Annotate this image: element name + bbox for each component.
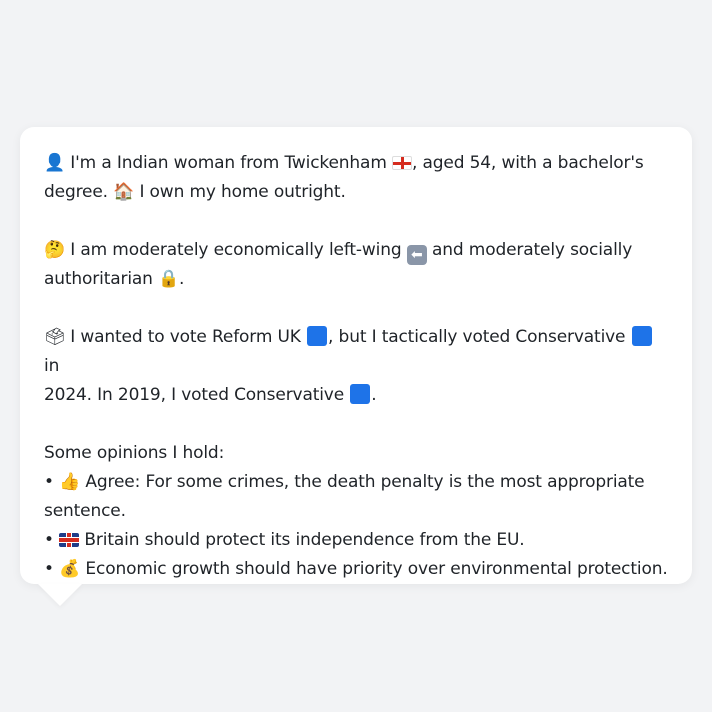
ideology-text-d: . — [179, 269, 185, 289]
opinion-item: • 👍 Agree: For some crimes, the death pe… — [44, 468, 668, 497]
opinion-text-continued: sentence. — [44, 501, 126, 521]
bullet: • — [44, 530, 54, 550]
intro-text-d: I own my home outright. — [134, 182, 346, 202]
money-bag-icon: 💰 — [59, 559, 81, 579]
house-icon: 🏠 — [113, 182, 135, 202]
intro-text-c: degree. — [44, 182, 114, 202]
intro-paragraph: 👤 I'm a Indian woman from Twickenham , a… — [44, 149, 668, 207]
uk-flag-icon — [59, 533, 80, 547]
ballot-box-icon: 🗳 — [44, 327, 66, 347]
blue-square-icon — [307, 326, 328, 346]
england-flag-icon — [391, 156, 412, 170]
intro-text-b: , aged 54, with a bachelor's — [411, 153, 644, 173]
thumbs-up-icon: 👍 — [59, 472, 81, 492]
left-arrow-icon: ⬅ — [406, 245, 427, 265]
opinion-item: • 💰 Economic growth should have priority… — [44, 555, 668, 584]
intro-text-a: I'm a Indian woman from Twickenham — [70, 153, 392, 173]
vote-text-a: I wanted to vote Reform UK — [65, 327, 307, 347]
profile-card: 👤 I'm a Indian woman from Twickenham , a… — [20, 127, 692, 584]
ideology-text-a: I am moderately economically left-wing — [65, 240, 407, 260]
opinion-text: Economic growth should have priority ove… — [80, 559, 668, 579]
vote-paragraph: 🗳 I wanted to vote Reform UK , but I tac… — [44, 323, 668, 410]
lock-icon: 🔒 — [158, 269, 180, 289]
vote-text-d: 2024. In 2019, I voted Conservative — [44, 385, 350, 405]
person-icon: 👤 — [44, 153, 66, 173]
opinion-text: Britain should protect its independence … — [79, 530, 525, 550]
blue-square-icon — [631, 326, 652, 346]
ideology-paragraph: 🤔 I am moderately economically left-wing… — [44, 236, 668, 294]
bullet: • — [44, 472, 54, 492]
opinion-item: • Britain should protect its independenc… — [44, 526, 668, 555]
ideology-text-b: and moderately socially — [426, 240, 633, 260]
opinions-heading: Some opinions I hold: — [44, 443, 225, 463]
opinion-text: Agree: For some crimes, the death penalt… — [80, 472, 645, 492]
blue-square-icon — [350, 384, 371, 404]
opinions-paragraph: Some opinions I hold: • 👍 Agree: For som… — [44, 439, 668, 584]
bullet: • — [44, 559, 54, 579]
vote-text-c: in — [44, 356, 60, 376]
thinking-face-icon: 🤔 — [44, 240, 66, 260]
ideology-text-c: authoritarian — [44, 269, 159, 289]
vote-text-e: . — [371, 385, 377, 405]
speech-bubble-tail — [38, 584, 82, 606]
vote-text-b: , but I tactically voted Conservative — [328, 327, 631, 347]
